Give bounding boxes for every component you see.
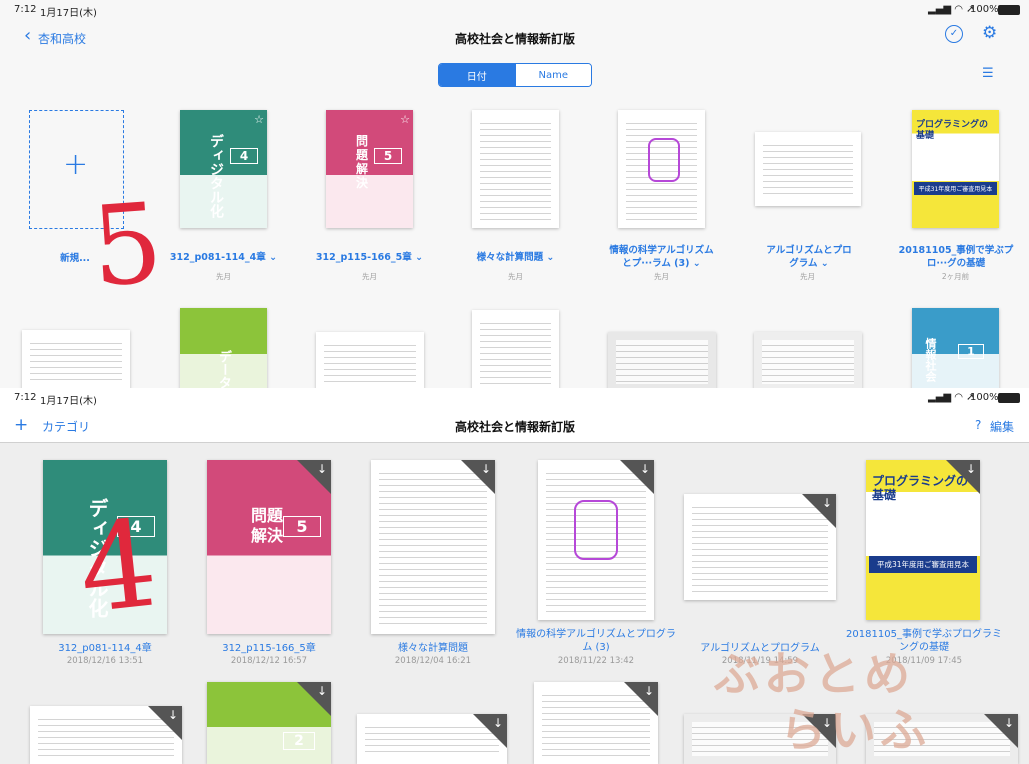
plus-icon[interactable]: + xyxy=(14,415,28,435)
download-icon[interactable]: ↓ xyxy=(317,684,327,698)
document-date: 先月 xyxy=(654,272,669,281)
document-thumbnail[interactable]: ディジタル化 4 ☆ xyxy=(180,110,267,228)
document-date: 2018/11/22 13:42 xyxy=(557,656,635,666)
page-title: 高校社会と情報新訂版 xyxy=(455,420,576,434)
sort-by-date-tab[interactable]: 日付 xyxy=(439,64,515,86)
download-icon[interactable]: ↓ xyxy=(966,462,976,476)
battery-percent: 100% xyxy=(970,392,999,403)
document-date: 先月 xyxy=(216,272,231,281)
document-date: 2ヶ月前 xyxy=(941,272,970,281)
download-icon[interactable]: ↓ xyxy=(640,462,650,476)
document-thumbnail[interactable]: 問題解決 5 ↓ xyxy=(207,460,331,634)
document-thumbnail[interactable]: プログラミングの基礎 平成31年度用ご審査用見本 ↓ xyxy=(866,460,980,620)
battery-icon xyxy=(998,5,1020,15)
star-icon[interactable]: ☆ xyxy=(400,113,410,126)
document-thumbnail[interactable]: ↓ xyxy=(684,494,836,600)
battery-icon xyxy=(998,393,1020,403)
cover-banner: 平成31年度用ご審査用見本 xyxy=(869,556,977,573)
download-icon[interactable]: ↓ xyxy=(822,496,832,510)
sort-by-name-tab[interactable]: Name xyxy=(514,64,591,86)
cover-title: 問題解決 xyxy=(251,506,284,545)
document-thumbnail[interactable]: 情報社会 1 xyxy=(912,308,999,388)
status-time: 7:12 xyxy=(14,392,37,403)
back-button[interactable]: 杏和高校 xyxy=(38,30,86,47)
handwritten-number: 4 xyxy=(72,494,164,641)
document-date: 先月 xyxy=(508,272,523,281)
download-icon[interactable]: ↓ xyxy=(168,708,178,722)
document-title[interactable]: 情報の科学アルゴリズムとプ···ラム (3) ⌄ xyxy=(605,244,718,270)
watermark-line2: らいふ xyxy=(780,703,930,757)
document-thumbnail[interactable]: データ xyxy=(180,308,267,388)
wifi-icon: ▂▄▆ ◠ ➚ xyxy=(928,392,975,403)
bottom-screen: 7:12 1月17日(木) ▂▄▆ ◠ ➚ 100% + カテゴリ 高校社会と情… xyxy=(0,388,1029,764)
cover-title: データ xyxy=(216,350,231,388)
plus-icon: + xyxy=(63,147,89,182)
cover-title: 情報社会 xyxy=(924,338,937,382)
document-thumbnail[interactable]: ↓ xyxy=(30,706,182,764)
download-icon[interactable]: ↓ xyxy=(317,462,327,476)
back-chevron-icon[interactable]: ‹ xyxy=(24,27,31,45)
document-thumbnail[interactable] xyxy=(618,110,705,228)
document-thumbnail[interactable] xyxy=(22,330,130,388)
help-button[interactable]: ? xyxy=(975,418,981,432)
status-date: 1月17日(木) xyxy=(40,396,97,407)
top-screen: 7:12 1月17日(木) ▂▄▆ ◠ ➚ 100% ‹ 杏和高校 高校社会と情… xyxy=(0,0,1029,388)
document-thumbnail[interactable] xyxy=(472,110,559,228)
document-title[interactable]: 312_p081-114_4章 xyxy=(30,642,180,655)
document-thumbnail[interactable]: ↓ xyxy=(371,460,495,634)
chapter-badge: 5 xyxy=(283,516,321,537)
document-title[interactable]: アルゴリズムとプログラム ⌄ xyxy=(764,244,854,270)
document-thumbnail[interactable] xyxy=(472,310,559,388)
chapter-badge: 4 xyxy=(230,148,258,164)
download-icon[interactable]: ↓ xyxy=(1004,716,1014,730)
document-thumbnail[interactable]: ↓ xyxy=(534,682,658,764)
download-icon[interactable]: ↓ xyxy=(644,684,654,698)
list-icon[interactable]: ☰ xyxy=(982,66,994,81)
page-title: 高校社会と情報新訂版 xyxy=(455,32,576,46)
sort-segmented-control: 日付 Name xyxy=(438,63,592,87)
document-date: 2018/12/16 13:51 xyxy=(66,656,144,666)
gear-icon[interactable]: ⚙ xyxy=(982,23,997,43)
document-date: 2018/12/12 16:57 xyxy=(230,656,308,666)
document-date: 先月 xyxy=(800,272,815,281)
document-title[interactable]: 20181105_事例で学ぶプロ···グの基礎 xyxy=(896,244,1016,270)
document-date: 先月 xyxy=(362,272,377,281)
document-thumbnail[interactable]: ↓ xyxy=(538,460,654,620)
chapter-badge: 1 xyxy=(958,344,984,359)
check-circle-icon[interactable]: ✓ xyxy=(945,25,963,43)
download-icon[interactable]: ↓ xyxy=(493,716,503,730)
document-thumbnail[interactable]: プログラミングの基礎 平成31年度用ご審査用見本 xyxy=(912,110,999,228)
document-thumbnail[interactable] xyxy=(608,332,716,388)
document-title[interactable]: 312_p081-114_4章 ⌄ xyxy=(160,251,287,264)
document-thumbnail[interactable]: 問題解決 5 ☆ xyxy=(326,110,413,228)
document-thumbnail[interactable] xyxy=(316,332,424,388)
chapter-badge: 5 xyxy=(374,148,402,164)
cover-title: ディジタル化 xyxy=(208,134,224,218)
document-thumbnail[interactable]: 2 ↓ xyxy=(207,682,331,764)
cover-title: 問題解決 xyxy=(356,134,369,190)
star-icon[interactable]: ☆ xyxy=(254,113,264,126)
category-button[interactable]: カテゴリ xyxy=(42,418,90,435)
status-date: 1月17日(木) xyxy=(40,8,97,19)
document-title[interactable]: 様々な計算問題 ⌄ xyxy=(452,251,579,264)
cover-banner: 平成31年度用ご審査用見本 xyxy=(914,182,997,195)
chapter-badge: 2 xyxy=(283,732,315,750)
document-title[interactable]: 312_p115-166_5章 ⌄ xyxy=(306,251,433,264)
document-thumbnail[interactable] xyxy=(755,132,861,206)
handwritten-number: 5 xyxy=(87,178,167,312)
download-icon[interactable]: ↓ xyxy=(481,462,491,476)
status-time: 7:12 xyxy=(14,4,37,15)
edit-button[interactable]: 編集 xyxy=(990,418,1014,435)
document-thumbnail[interactable] xyxy=(754,332,862,388)
new-document-label[interactable]: 新規... xyxy=(55,252,95,265)
battery-percent: 100% xyxy=(970,4,999,15)
document-title[interactable]: 情報の科学アルゴリズムとプログラム (3) xyxy=(516,628,676,654)
cover-title: プログラミングの基礎 xyxy=(916,120,989,141)
wifi-icon: ▂▄▆ ◠ ➚ xyxy=(928,4,975,15)
document-title[interactable]: 様々な計算問題 xyxy=(358,642,508,655)
document-date: 2018/12/04 16:21 xyxy=(394,656,472,666)
document-thumbnail[interactable]: ↓ xyxy=(357,714,507,764)
document-title[interactable]: 312_p115-166_5章 xyxy=(194,642,344,655)
